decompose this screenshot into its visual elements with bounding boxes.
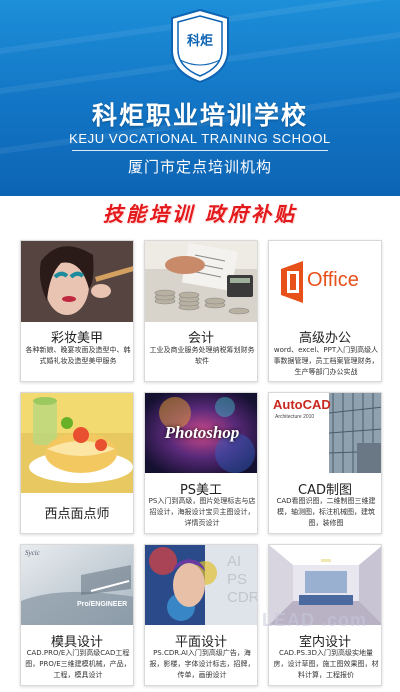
school-name-cn: 科炬职业培训学校 bbox=[91, 101, 308, 130]
course-desc: CAD.PRO/E入门到高级CAD工程图，PRO/E三维建模机械，产品，工程，模… bbox=[25, 649, 131, 679]
course-desc: word、excel、PPT入门到高级人事数据管理，员工档案管理财务，生产等部门… bbox=[273, 346, 379, 376]
software-names-overlay: AI PS CDR bbox=[227, 553, 258, 606]
tagline: 厦门市定点培训机构 bbox=[127, 158, 272, 176]
course-card-office[interactable]: Office 高级办公 word、excel、PPT入门到高级人事数据管理，员工… bbox=[268, 240, 382, 382]
header-banner: 科炬 科炬职业培训学校 KEJU VOCATIONAL TRAINING SCH… bbox=[0, 0, 400, 196]
pastry-photo bbox=[21, 393, 133, 493]
makeup-photo bbox=[21, 241, 133, 322]
design-splash: AI PS CDR bbox=[145, 545, 258, 625]
header-divider bbox=[72, 150, 328, 151]
course-title: 会计 bbox=[187, 331, 214, 346]
accounting-photo bbox=[145, 241, 257, 322]
photoshop-splash: Photoshop bbox=[145, 393, 257, 473]
course-desc: 各种新娘、晚宴攻面及造型中、韩式婚礼妆及造型美甲服务 bbox=[25, 346, 131, 365]
course-title: 彩妆美甲 bbox=[50, 331, 103, 346]
course-desc: PS入门到高级，图片处理标志与店招设计，海报设计宝贝主图设计，详情页设计 bbox=[148, 497, 256, 527]
photoshop-logo-text: Photoshop bbox=[164, 423, 240, 442]
proengineer-logo-text: Pro/ENGINEER bbox=[77, 601, 128, 608]
course-title: 高级办公 bbox=[298, 331, 351, 346]
course-desc: 工业及商业服务处理纳税筹划财务软件 bbox=[149, 346, 255, 365]
course-card-graphic[interactable]: AI PS CDR 平面设计 PS.CDR.AI入门到高级广告，海报，影楼，字体… bbox=[144, 544, 258, 686]
office-logo-text: Office bbox=[307, 269, 359, 291]
course-card-accounting[interactable]: 会计 工业及商业服务处理纳税筹划财务软件 bbox=[144, 240, 258, 382]
course-desc: PS.CDR.AI入门到高级广告，海报，影楼，字体设计标志，招牌，传单，画册设计 bbox=[149, 649, 255, 679]
school-name-en: KEJU VOCATIONAL TRAINING SCHOOL bbox=[69, 131, 331, 146]
course-card-cad[interactable]: AutoCAD Architecture 2010 CAD制图 CAD看图识图，… bbox=[268, 392, 382, 534]
slogan: 技能培训 政府补贴 bbox=[103, 202, 297, 226]
autocad-sub-text: Architecture 2010 bbox=[275, 414, 315, 420]
autocad-logo-text: AutoCAD bbox=[273, 397, 331, 412]
course-desc: CAD.PS.3D入门到高级实地量房，设计草图，施工图效果图，材料计算，工程报价 bbox=[273, 649, 379, 679]
watermark: LEAD .com bbox=[262, 610, 368, 630]
logo-text: 科炬 bbox=[186, 34, 213, 49]
course-card-ps[interactable]: Photoshop PS美工 PS入门到高级，图片处理标志与店招设计，海报设计宝… bbox=[144, 392, 258, 534]
proengineer-splash: Sycic Pro/ENGINEER bbox=[21, 545, 133, 625]
course-title: 西点面点师 bbox=[44, 507, 110, 522]
autocad-splash: AutoCAD Architecture 2010 bbox=[269, 393, 381, 473]
course-desc: CAD看图识图，二维制图三维建模，轴测图，标注机械图，建筑图，装修图 bbox=[276, 497, 376, 527]
course-card-makeup[interactable]: 彩妆美甲 各种新娘、晚宴攻面及造型中、韩式婚礼妆及造型美甲服务 bbox=[20, 240, 134, 382]
office-logo: Office bbox=[269, 241, 381, 322]
course-card-mold[interactable]: Sycic Pro/ENGINEER 模具设计 CAD.PRO/E入门到高级CA… bbox=[20, 544, 134, 686]
splash-corner-text: Sycic bbox=[25, 549, 40, 557]
course-card-pastry[interactable]: 西点面点师 bbox=[20, 392, 134, 534]
